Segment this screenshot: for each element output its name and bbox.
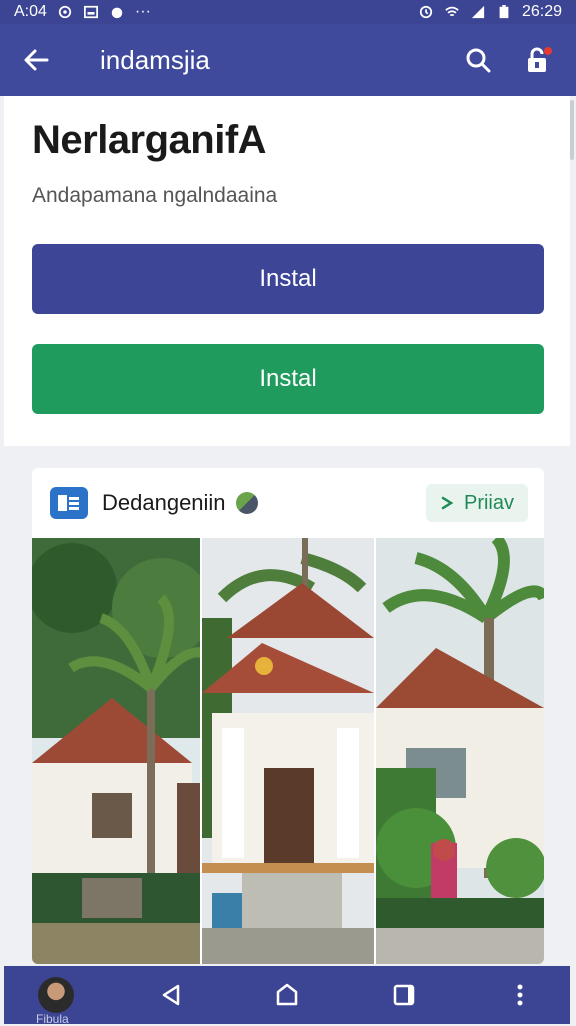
lock-icon <box>528 47 552 72</box>
image-icon <box>83 5 98 19</box>
app-logo-icon <box>50 487 88 519</box>
back-nav-icon <box>162 984 179 1006</box>
install-button-secondary[interactable]: Instal <box>32 344 544 414</box>
house-photo-3[interactable] <box>376 538 544 964</box>
back-button[interactable] <box>16 40 56 80</box>
install-button-primary[interactable]: Instal <box>32 244 544 314</box>
listing-card: Dedangeniin Priiav <box>32 468 544 964</box>
page-subtitle: Andapamana ngalndaaina <box>32 184 278 207</box>
status-time-left: A:04 <box>14 3 47 20</box>
bottom-navigation-bar: Fibula <box>4 966 570 1026</box>
nav-recents-button[interactable] <box>384 975 424 1015</box>
nav-home-button[interactable] <box>267 975 307 1015</box>
nav-back-button[interactable] <box>151 975 191 1015</box>
verified-badge-icon <box>235 492 258 514</box>
listing-title: Dedangeniin <box>102 490 226 515</box>
back-arrow-icon <box>24 49 49 71</box>
nav-more-button[interactable] <box>500 975 540 1015</box>
scroll-indicator <box>570 100 574 160</box>
status-bar: A:04 ··· 26:29 <box>0 0 576 24</box>
preview-button[interactable]: Priiav <box>425 484 528 522</box>
app-bar-title: indamsjia <box>100 44 210 75</box>
chevron-right-icon <box>441 496 454 510</box>
lock-button[interactable] <box>516 38 560 82</box>
home-nav-icon <box>276 983 298 1006</box>
app-bar: indamsjia <box>0 24 576 96</box>
app-notification-icon <box>111 7 123 19</box>
more-icon <box>517 984 523 1006</box>
wifi-icon <box>445 6 459 17</box>
search-icon <box>466 48 491 73</box>
search-button[interactable] <box>456 38 500 82</box>
alarm-icon <box>419 5 433 19</box>
preview-label: Priiav <box>463 491 514 514</box>
signal-icon <box>471 5 485 19</box>
page-title: NerlarganifA <box>32 118 267 162</box>
listing-header: Dedangeniin Priiav <box>32 468 544 538</box>
more-notifications-icon: ··· <box>134 3 151 20</box>
app-header-card: NerlarganifA Andapamana ngalndaaina Inst… <box>4 96 570 446</box>
status-time-right: 26:29 <box>521 3 562 20</box>
battery-icon <box>499 5 509 19</box>
photo-strip <box>32 538 544 964</box>
profile-avatar[interactable] <box>38 977 74 1013</box>
notification-icon <box>58 5 72 19</box>
house-photo-2[interactable] <box>200 538 376 964</box>
house-photo-1[interactable] <box>32 538 200 964</box>
recents-nav-icon <box>393 984 414 1006</box>
